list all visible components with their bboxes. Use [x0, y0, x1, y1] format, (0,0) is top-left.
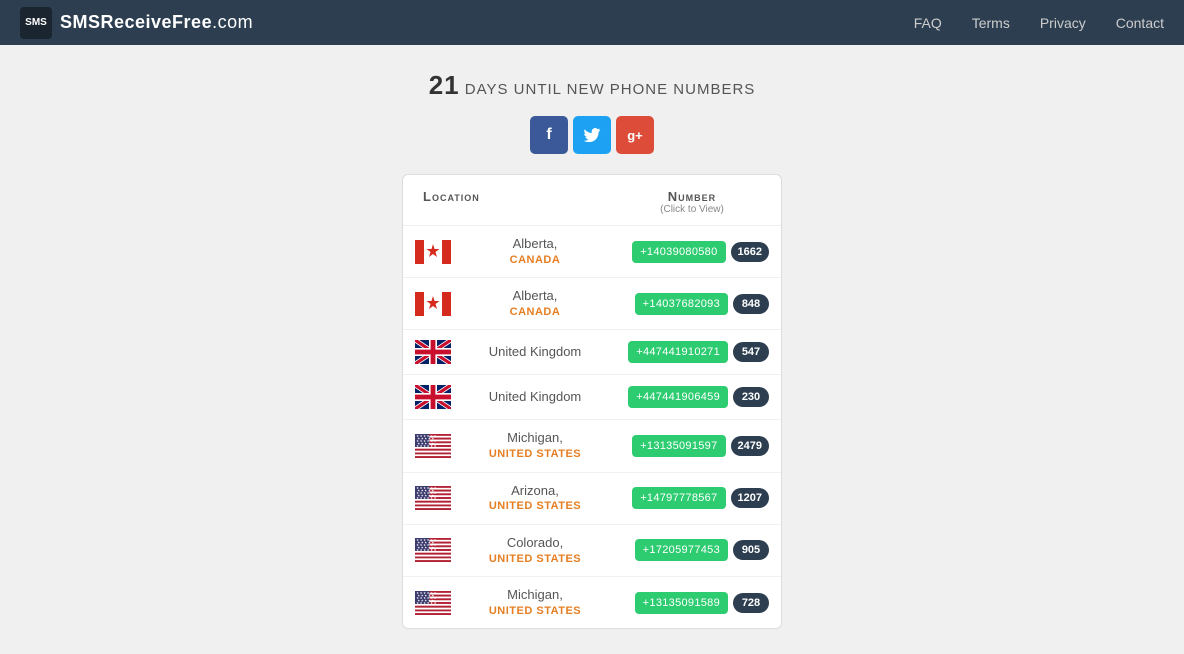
phone-table: Location Number (Click to View) Alberta,…	[402, 174, 782, 629]
facebook-button[interactable]: f	[530, 116, 568, 154]
table-row: ★ ★ ★ ★ ★ ★ ★ ★ ★ ★ ★ ★ ★ ★ ★ ★ ★ ★ ★ ★ …	[403, 577, 781, 628]
table-header: Location Number (Click to View)	[403, 175, 781, 226]
nav-terms[interactable]: Terms	[972, 15, 1010, 31]
countdown-label: DAYS UNTIL NEW PHONE NUMBERS	[465, 81, 756, 98]
main: 21 DAYS UNTIL NEW PHONE NUMBERS f g+ Loc…	[0, 45, 1184, 654]
number-area: +14797778567 1207	[600, 487, 769, 509]
svg-text:★ ★ ★ ★ ★ ★: ★ ★ ★ ★ ★ ★	[416, 548, 437, 552]
location-text: United Kingdom	[470, 344, 600, 361]
nav-faq[interactable]: FAQ	[914, 15, 942, 31]
table-row: ★ ★ ★ ★ ★ ★ ★ ★ ★ ★ ★ ★ ★ ★ ★ ★ ★ ★ ★ ★ …	[403, 525, 781, 577]
flag-canada	[415, 240, 470, 264]
nav-contact[interactable]: Contact	[1116, 15, 1164, 31]
social-buttons: f g+	[530, 116, 654, 154]
col-location-header: Location	[423, 189, 623, 215]
number-button[interactable]: +14039080580	[632, 241, 725, 263]
count-badge: 848	[733, 294, 769, 314]
table-row: United Kingdom +447441910271 547	[403, 330, 781, 375]
location-text: Alberta,CANADA	[470, 288, 600, 319]
location-text: Arizona,UNITED STATES	[470, 483, 600, 514]
col-number-header: Number (Click to View)	[623, 189, 761, 215]
count-badge: 2479	[731, 436, 769, 456]
countdown: 21 DAYS UNTIL NEW PHONE NUMBERS	[429, 70, 756, 101]
flag-uk	[415, 340, 470, 364]
number-area: +14037682093 848	[600, 293, 769, 315]
nav: FAQ Terms Privacy Contact	[914, 15, 1164, 31]
number-button[interactable]: +14797778567	[632, 487, 725, 509]
flag-us: ★ ★ ★ ★ ★ ★ ★ ★ ★ ★ ★ ★ ★ ★ ★ ★ ★ ★ ★ ★ …	[415, 486, 470, 510]
number-button[interactable]: +17205977453	[635, 539, 728, 561]
flag-us: ★ ★ ★ ★ ★ ★ ★ ★ ★ ★ ★ ★ ★ ★ ★ ★ ★ ★ ★ ★ …	[415, 591, 470, 615]
googleplus-button[interactable]: g+	[616, 116, 654, 154]
svg-text:★ ★ ★ ★ ★ ★: ★ ★ ★ ★ ★ ★	[416, 444, 437, 448]
logo-icon: SMS	[20, 7, 52, 39]
table-body: Alberta,CANADA +14039080580 1662 Alberta…	[403, 226, 781, 628]
number-button[interactable]: +447441910271	[628, 341, 728, 363]
flag-us: ★ ★ ★ ★ ★ ★ ★ ★ ★ ★ ★ ★ ★ ★ ★ ★ ★ ★ ★ ★ …	[415, 434, 470, 458]
header: SMS SMSReceiveFree.com FAQ Terms Privacy…	[0, 0, 1184, 45]
location-text: United Kingdom	[470, 389, 600, 406]
table-row: ★ ★ ★ ★ ★ ★ ★ ★ ★ ★ ★ ★ ★ ★ ★ ★ ★ ★ ★ ★ …	[403, 473, 781, 525]
table-row: United Kingdom +447441906459 230	[403, 375, 781, 420]
number-area: +447441906459 230	[600, 386, 769, 408]
number-button[interactable]: +13135091589	[635, 592, 728, 614]
count-badge: 547	[733, 342, 769, 362]
count-badge: 230	[733, 387, 769, 407]
location-text: Michigan,UNITED STATES	[470, 430, 600, 461]
nav-privacy[interactable]: Privacy	[1040, 15, 1086, 31]
svg-text:★ ★ ★ ★ ★ ★: ★ ★ ★ ★ ★ ★	[416, 496, 437, 500]
table-row: Alberta,CANADA +14039080580 1662	[403, 226, 781, 278]
logo-text: SMSReceiveFree.com	[60, 12, 253, 33]
countdown-text: 21 DAYS UNTIL NEW PHONE NUMBERS	[429, 81, 756, 98]
flag-us: ★ ★ ★ ★ ★ ★ ★ ★ ★ ★ ★ ★ ★ ★ ★ ★ ★ ★ ★ ★ …	[415, 538, 470, 562]
number-button[interactable]: +447441906459	[628, 386, 728, 408]
count-badge: 905	[733, 540, 769, 560]
number-area: +14039080580 1662	[600, 241, 769, 263]
twitter-button[interactable]	[573, 116, 611, 154]
location-text: Alberta,CANADA	[470, 236, 600, 267]
count-badge: 1207	[731, 488, 769, 508]
count-badge: 728	[733, 593, 769, 613]
count-badge: 1662	[731, 242, 769, 262]
flag-canada	[415, 292, 470, 316]
number-area: +17205977453 905	[600, 539, 769, 561]
number-button[interactable]: +14037682093	[635, 293, 728, 315]
number-button[interactable]: +13135091597	[632, 435, 725, 457]
number-area: +447441910271 547	[600, 341, 769, 363]
location-text: Colorado,UNITED STATES	[470, 535, 600, 566]
flag-uk	[415, 385, 470, 409]
table-row: Alberta,CANADA +14037682093 848	[403, 278, 781, 330]
table-row: ★ ★ ★ ★ ★ ★ ★ ★ ★ ★ ★ ★ ★ ★ ★ ★ ★ ★ ★ ★ …	[403, 420, 781, 472]
logo-area: SMS SMSReceiveFree.com	[20, 7, 253, 39]
countdown-number: 21	[429, 70, 460, 100]
number-area: +13135091589 728	[600, 592, 769, 614]
number-area: +13135091597 2479	[600, 435, 769, 457]
svg-text:★ ★ ★ ★ ★ ★: ★ ★ ★ ★ ★ ★	[416, 601, 437, 605]
location-text: Michigan,UNITED STATES	[470, 587, 600, 618]
